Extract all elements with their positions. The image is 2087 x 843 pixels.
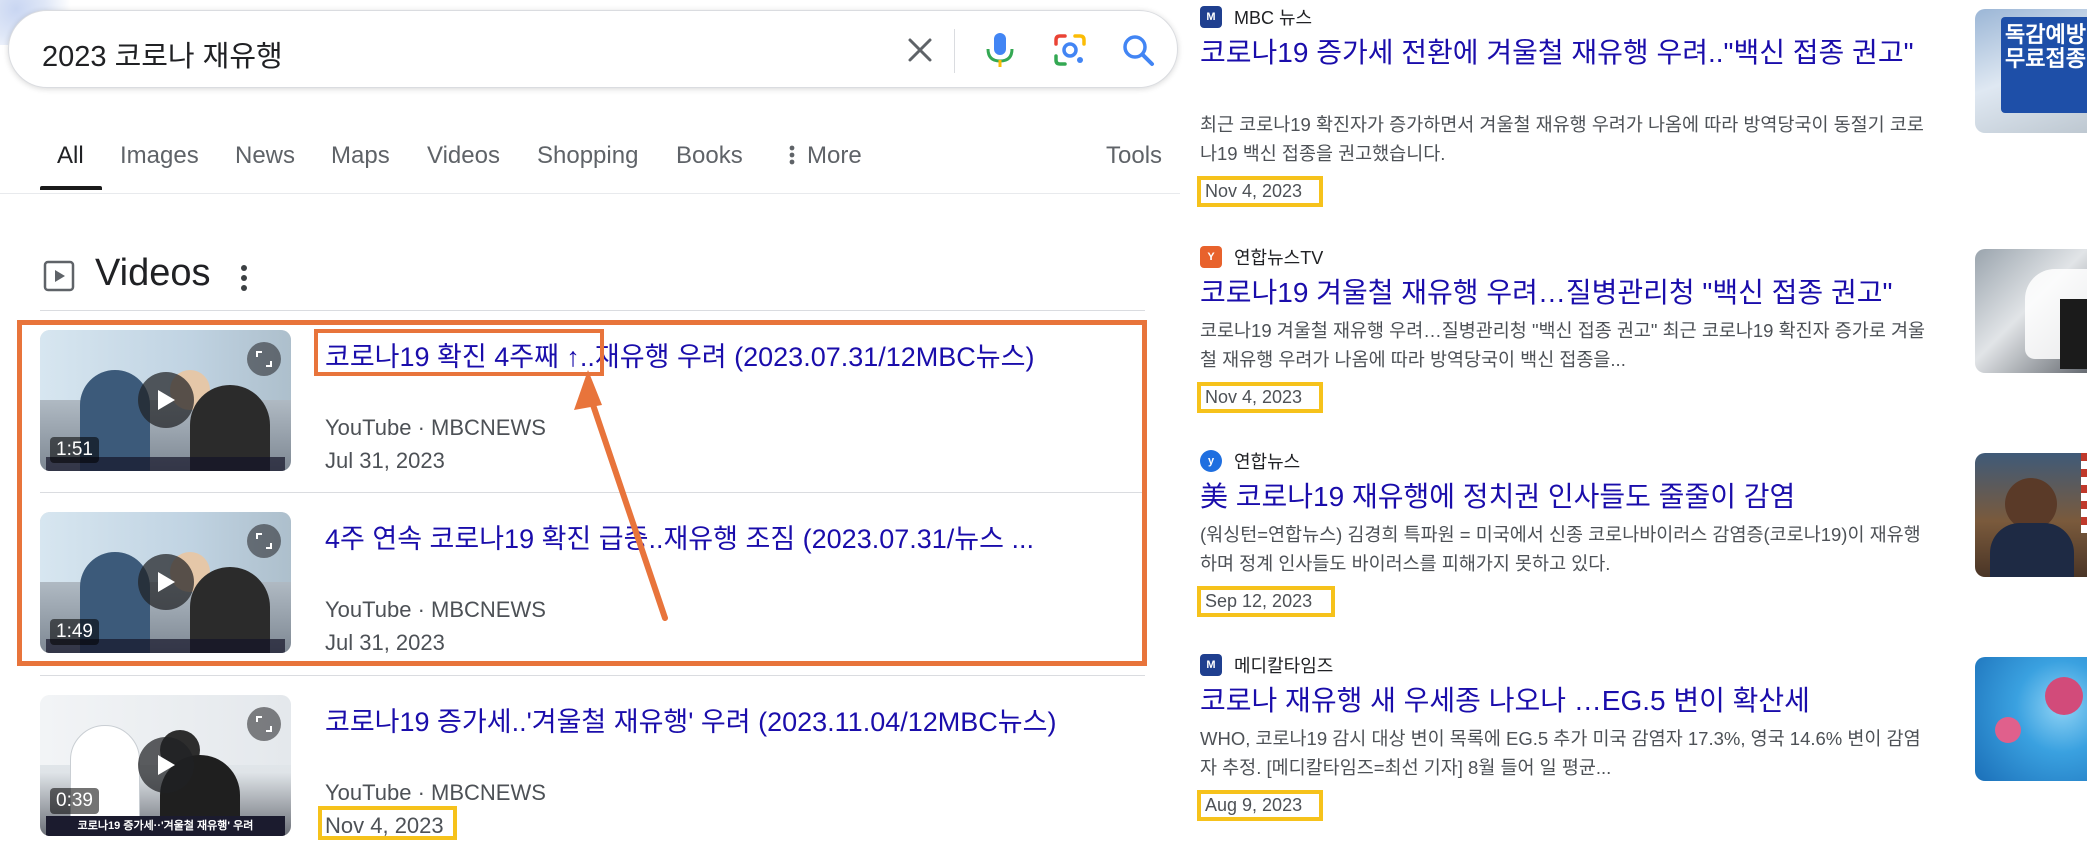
news-results-pane: M MBC 뉴스 코로나19 증가세 전환에 겨울철 재유행 우려.."백신 접…: [1180, 0, 2087, 843]
video-row-divider: [40, 675, 1145, 676]
tab-more-label: More: [807, 142, 862, 169]
tab-books[interactable]: Books: [676, 142, 743, 170]
tab-more[interactable]: More: [787, 142, 862, 170]
news-thumbnail[interactable]: 독감예방 무료접종: [1975, 9, 2087, 133]
news-thumb-sign: 독감예방 무료접종: [2001, 17, 2087, 113]
yonhapnews-favicon-icon: y: [1200, 450, 1222, 472]
tab-shopping[interactable]: Shopping: [537, 142, 638, 170]
videos-more-options-icon[interactable]: [239, 264, 249, 292]
news-snippet: WHO, 코로나19 감시 대상 변이 목록에 EG.5 추가 미국 감염자 1…: [1200, 728, 1921, 778]
news-source-row: M 메디칼타임즈: [1200, 652, 1333, 678]
annotation-highlight-date: [1197, 586, 1335, 617]
active-tab-indicator: [40, 186, 102, 190]
news-thumbnail[interactable]: [1975, 249, 2087, 373]
tab-maps[interactable]: Maps: [331, 142, 390, 170]
videos-heading: Videos: [95, 252, 211, 294]
annotation-arrow: [574, 370, 668, 621]
news-snippet: (워싱턴=연합뉴스) 김경희 특파원 = 미국에서 신종 코로나바이러스 감염증…: [1200, 524, 1921, 574]
tab-tools[interactable]: Tools: [1106, 142, 1162, 170]
video-thumbnail[interactable]: 코로나19 증가세··'겨울철 재유행' 우려 0:39: [40, 695, 291, 836]
news-thumbnail[interactable]: [1975, 657, 2087, 781]
news-title-link[interactable]: 코로나 재유행 새 우세종 나오나 …EG.5 변이 확산세: [1200, 684, 1935, 717]
news-result[interactable]: M MBC 뉴스 코로나19 증가세 전환에 겨울철 재유행 우려.."백신 접…: [1200, 4, 2087, 204]
news-title-link[interactable]: 코로나19 겨울철 재유행 우려…질병관리청 "백신 접종 권고": [1200, 276, 1935, 309]
tab-all[interactable]: All: [57, 142, 84, 170]
expand-icon[interactable]: [247, 707, 281, 741]
tab-images[interactable]: Images: [120, 142, 199, 170]
news-thumbnail[interactable]: [1975, 453, 2087, 577]
news-source-row: M MBC 뉴스: [1200, 4, 1312, 30]
news-source-row: y 연합뉴스: [1200, 448, 1300, 474]
search-bar[interactable]: 2023 코로나 재유행: [8, 10, 1178, 88]
annotation-highlight-date: [318, 806, 457, 840]
video-title-link[interactable]: 코로나19 증가세..'겨울철 재유행' 우려 (2023.11.04/12MB…: [325, 700, 1056, 739]
search-input[interactable]: 2023 코로나 재유행: [42, 33, 283, 75]
videos-header-divider: [40, 310, 1145, 311]
search-results-pane: 2023 코로나 재유행 All Images News Maps Videos…: [0, 0, 1180, 843]
search-divider: [954, 29, 955, 73]
video-section-icon: [43, 260, 75, 292]
annotation-highlight-date: [1197, 382, 1323, 413]
video-source: YouTube · MBCNEWS: [325, 780, 546, 805]
news-title-link[interactable]: 코로나19 증가세 전환에 겨울철 재유행 우려.."백신 접종 권고": [1200, 36, 1935, 69]
microphone-icon[interactable]: [979, 29, 1021, 71]
tab-news[interactable]: News: [235, 142, 295, 170]
news-snippet: 최근 코로나19 확진자가 증가하면서 겨울철 재유행 우려가 나옴에 따라 방…: [1200, 114, 1924, 164]
news-title-link[interactable]: 美 코로나19 재유행에 정치권 인사들도 줄줄이 감염: [1200, 480, 1935, 513]
clear-icon[interactable]: [899, 29, 941, 71]
mbc-favicon-icon: M: [1200, 6, 1222, 28]
annotation-highlight-date: [1197, 176, 1323, 207]
news-source: 메디칼타임즈: [1234, 656, 1334, 676]
play-icon[interactable]: [138, 737, 194, 793]
news-source: MBC 뉴스: [1234, 8, 1313, 28]
video-duration: 0:39: [50, 788, 99, 814]
news-source-row: Y 연합뉴스TV: [1200, 244, 1323, 270]
tab-videos[interactable]: Videos: [427, 142, 500, 170]
news-source: 연합뉴스TV: [1234, 248, 1324, 268]
yonhapnewstv-favicon-icon: Y: [1200, 246, 1222, 268]
news-result[interactable]: Y 연합뉴스TV 코로나19 겨울철 재유행 우려…질병관리청 "백신 접종 권…: [1200, 244, 2087, 444]
news-result[interactable]: y 연합뉴스 美 코로나19 재유행에 정치권 인사들도 줄줄이 감염 (워싱턴…: [1200, 448, 2087, 648]
more-vert-icon: [789, 145, 795, 165]
tabs-divider: [0, 193, 1180, 194]
medicaltimes-favicon-icon: M: [1200, 654, 1222, 676]
news-result[interactable]: M 메디칼타임즈 코로나 재유행 새 우세종 나오나 …EG.5 변이 확산세 …: [1200, 652, 2087, 843]
video-caption-strip: 코로나19 증가세··'겨울철 재유행' 우려: [46, 816, 285, 836]
video-result[interactable]: 코로나19 증가세··'겨울철 재유행' 우려 0:39 코로나19 증가세..…: [40, 695, 1145, 840]
news-snippet: 코로나19 겨울철 재유행 우려…질병관리청 "백신 접종 권고" 최근 코로나…: [1200, 320, 1926, 370]
annotation-highlight-date: [1197, 790, 1323, 821]
search-icon[interactable]: [1117, 29, 1159, 71]
search-tabs: All Images News Maps Videos Shopping Boo…: [0, 120, 1180, 194]
news-source: 연합뉴스: [1234, 452, 1301, 472]
google-lens-icon[interactable]: [1049, 29, 1091, 71]
